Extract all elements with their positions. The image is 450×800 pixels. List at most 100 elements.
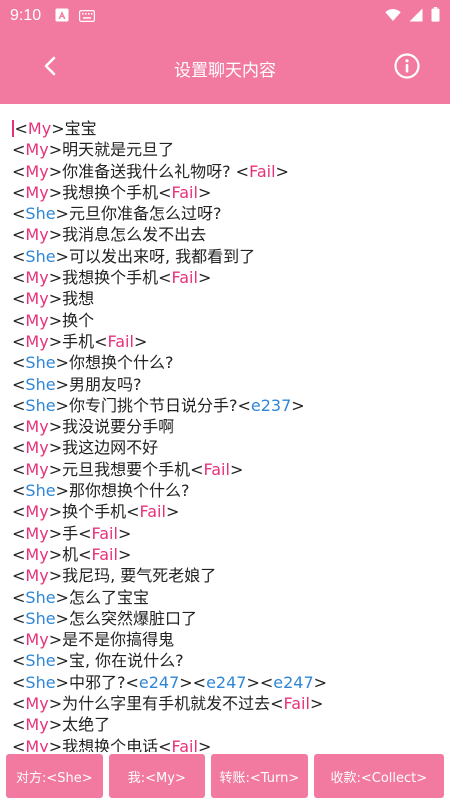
my-tag: My xyxy=(25,544,49,564)
insert-turn-button[interactable]: 转账:<Turn> xyxy=(211,754,308,798)
my-tag: My xyxy=(25,715,49,735)
text-segment: >< xyxy=(246,672,274,692)
text-segment: < xyxy=(12,651,26,671)
fail-tag: Fail xyxy=(203,459,230,479)
text-segment: >换个手机< xyxy=(48,502,140,522)
my-tag: My xyxy=(25,523,49,543)
she-tag: She xyxy=(25,672,56,692)
page-title: 设置聊天内容 xyxy=(174,60,276,81)
bottom-toolbar: 对方:<She> 我:<My> 转账:<Turn> 收款:<Collect> xyxy=(0,752,450,800)
chat-line: <My>换个手机<Fail> xyxy=(12,501,438,522)
chat-line: <She>元旦你准备怎么过呀? xyxy=(12,203,438,224)
chat-line: <She>你想换个什么? xyxy=(12,352,438,373)
fail-tag: Fail xyxy=(171,736,198,752)
text-segment: >中邪了?< xyxy=(55,672,139,692)
chat-line: <My>换个 xyxy=(12,310,438,331)
chat-line: <My>我想换个手机<Fail> xyxy=(12,267,438,288)
fail-tag: Fail xyxy=(171,182,198,202)
text-segment: > xyxy=(117,544,132,564)
fail-tag: Fail xyxy=(91,544,118,564)
cell-signal-icon xyxy=(409,7,423,26)
text-segment: < xyxy=(12,481,26,501)
chevron-left-icon xyxy=(43,56,57,80)
text-segment: > xyxy=(197,268,212,288)
chat-line: <She>可以发出来呀, 我都看到了 xyxy=(12,246,438,267)
my-tag: My xyxy=(25,459,49,479)
emoji-tag: e247 xyxy=(273,672,314,692)
chat-line: <My>手机<Fail> xyxy=(12,331,438,352)
she-tag: She xyxy=(25,587,56,607)
text-segment: < xyxy=(12,331,26,351)
text-segment: > xyxy=(197,182,212,202)
text-segment: < xyxy=(12,204,26,224)
text-segment: < xyxy=(12,353,26,373)
keyboard-icon xyxy=(79,7,96,26)
text-segment: >你准备送我什么礼物呀? < xyxy=(48,161,250,181)
text-segment: >手机< xyxy=(48,331,108,351)
chat-line: <She>你专门挑个节日说分手?<e237> xyxy=(12,395,438,416)
she-tag: She xyxy=(25,608,56,628)
chat-content-editor[interactable]: <My>宝宝 <My>明天就是元旦了 <My>你准备送我什么礼物呀? <Fail> <… xyxy=(0,104,450,752)
text-segment: < xyxy=(12,225,26,245)
chat-line: <My>我这边网不好 xyxy=(12,437,438,458)
text-segment: < xyxy=(12,672,26,692)
text-segment: >我尼玛, 要气死老娘了 xyxy=(48,566,217,586)
text-segment: > xyxy=(291,395,305,415)
my-tag: My xyxy=(25,694,49,714)
text-segment: < xyxy=(12,608,26,628)
she-tag: She xyxy=(25,395,56,415)
my-tag: My xyxy=(25,566,49,586)
emoji-tag: e237 xyxy=(250,395,292,415)
text-segment: >我想换个手机< xyxy=(48,182,172,202)
text-segment: >换个 xyxy=(48,310,95,330)
text-segment: < xyxy=(12,736,26,752)
chat-line: <My>我想换个电话<Fail> xyxy=(12,736,438,752)
back-button[interactable] xyxy=(30,50,70,86)
insert-my-button[interactable]: 我:<My> xyxy=(108,754,206,798)
chat-line: <My>太绝了 xyxy=(12,714,438,735)
chat-line: <My>我没说要分手啊 xyxy=(12,416,438,437)
text-segment: < xyxy=(12,502,26,522)
status-left-icons xyxy=(55,7,96,26)
text-segment: < xyxy=(12,289,26,309)
info-button[interactable] xyxy=(390,51,424,85)
she-tag: She xyxy=(25,246,56,266)
text-segment: > xyxy=(133,331,148,351)
insert-collect-button[interactable]: 收款:<Collect> xyxy=(313,754,444,798)
text-segment: > xyxy=(165,502,180,522)
text-segment: < xyxy=(12,417,26,437)
my-tag: My xyxy=(25,140,49,160)
chat-line: <My>机<Fail> xyxy=(12,544,438,565)
she-tag: She xyxy=(25,353,56,373)
text-segment: < xyxy=(12,715,26,735)
text-segment: < xyxy=(12,587,26,607)
info-icon xyxy=(394,53,420,83)
text-segment: < xyxy=(12,544,26,564)
my-tag: My xyxy=(25,225,49,245)
she-tag: She xyxy=(25,204,56,224)
insert-she-button[interactable]: 对方:<She> xyxy=(6,754,103,798)
my-tag: My xyxy=(25,331,49,351)
emoji-tag: e247 xyxy=(206,672,247,692)
chat-line: <My>我尼玛, 要气死老娘了 xyxy=(12,565,438,586)
text-segment: < xyxy=(12,438,26,458)
text-segment: >< xyxy=(179,672,207,692)
text-segment: >我没说要分手啊 xyxy=(48,417,175,437)
text-segment: >我想换个手机< xyxy=(48,268,172,288)
text-segment: > xyxy=(229,459,244,479)
text-segment: >那你想换个什么? xyxy=(55,481,190,501)
chat-line: <My>我消息怎么发不出去 xyxy=(12,224,438,245)
text-segment: >我想换个电话< xyxy=(48,736,172,752)
text-segment: >我这边网不好 xyxy=(48,438,159,458)
chat-line: <My>是不是你搞得鬼 xyxy=(12,629,438,650)
she-tag: She xyxy=(25,481,56,501)
text-segment: < xyxy=(12,395,26,415)
chat-line: <She>宝, 你在说什么? xyxy=(12,650,438,671)
text-segment: > xyxy=(313,672,328,692)
chat-line: <My>元旦我想要个手机<Fail> xyxy=(12,459,438,480)
my-tag: My xyxy=(25,289,49,309)
text-segment: < xyxy=(12,182,26,202)
fail-tag: Fail xyxy=(107,331,134,351)
text-segment: < xyxy=(12,374,26,394)
text-cursor xyxy=(12,120,14,137)
